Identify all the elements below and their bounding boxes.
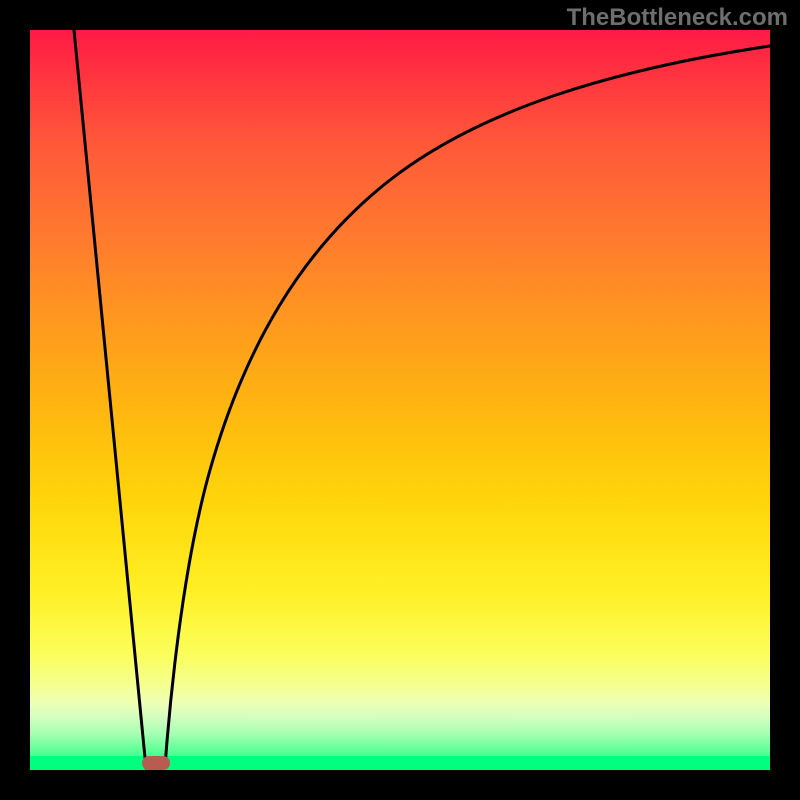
- chart-container: TheBottleneck.com: [0, 0, 800, 800]
- watermark-text: TheBottleneck.com: [567, 4, 788, 32]
- bottom-band: [30, 756, 770, 770]
- curve-right: [165, 46, 770, 768]
- curve-left: [74, 30, 146, 768]
- optimal-marker: [142, 756, 170, 770]
- chart-svg: [30, 30, 770, 770]
- plot-area: [30, 30, 770, 770]
